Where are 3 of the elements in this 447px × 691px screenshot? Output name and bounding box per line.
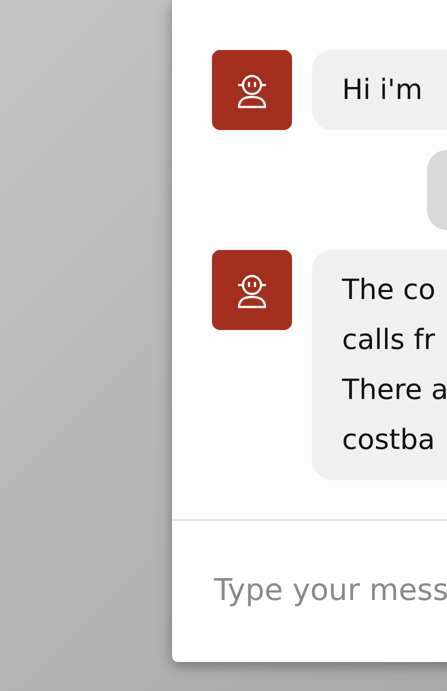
message-input[interactable]: Type your mess bbox=[212, 567, 447, 614]
bot-message: Hi i'm bbox=[312, 50, 447, 130]
bot-message: The co calls fr There a costba bbox=[312, 250, 447, 480]
